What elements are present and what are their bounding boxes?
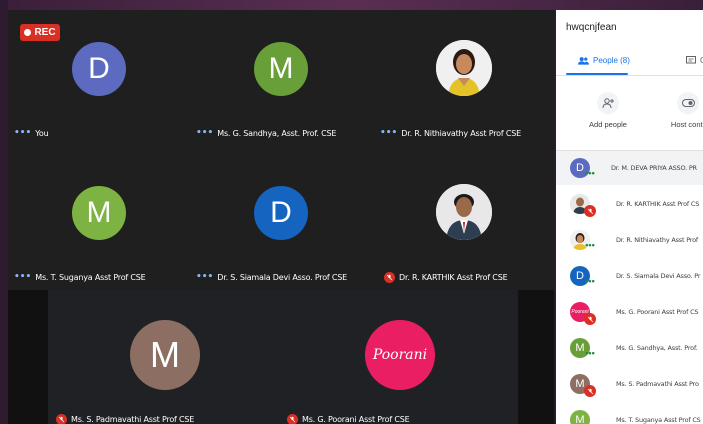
mic-off-icon bbox=[584, 313, 596, 325]
participant-name: Ms. S. Padmavathi Asst Pro bbox=[616, 380, 699, 388]
participant-avatar: D bbox=[254, 186, 308, 240]
participant-name-tag: ••• Dr. R. Nithiavathy Asst Prof CSE bbox=[380, 128, 521, 138]
participant-name: You bbox=[35, 128, 49, 138]
speaking-dots-icon: ••• bbox=[585, 276, 595, 286]
speaking-dots-icon: ••• bbox=[380, 128, 398, 138]
meeting-code: hwqcnjfean bbox=[566, 22, 617, 33]
participant-name: Dr. R. Nithiavathy Asst Prof CSE bbox=[401, 128, 521, 138]
mic-off-icon bbox=[384, 272, 395, 283]
participant-name: Dr. S. Siamala Devi Asso. Pr bbox=[616, 272, 701, 280]
participant-name: Dr. R. Nithiavathy Asst Prof bbox=[616, 236, 699, 244]
participant-avatar: Poorani bbox=[365, 320, 435, 390]
mic-off-icon bbox=[56, 414, 67, 424]
participant-name-tag: Dr. R. KARTHIK Asst Prof CSE bbox=[384, 272, 508, 283]
participant-name: Dr. M. DEVA PRIYA ASSO. PR bbox=[611, 164, 697, 172]
video-grid: REC D ••• You M ••• Ms. G. Sandhya, Asst… bbox=[8, 10, 554, 424]
participant-name-tag: ••• Ms. T. Suganya Asst Prof CSE bbox=[14, 272, 146, 282]
add-people-button[interactable]: Add people bbox=[573, 92, 643, 129]
participant-name: Ms. G. Sandhya, Asst. Prof. CSE bbox=[217, 128, 337, 138]
host-controls-label: Host contr bbox=[670, 120, 703, 129]
speaking-dots-icon: ••• bbox=[196, 128, 214, 138]
participant-name-tag: Ms. S. Padmavathi Asst Prof CSE bbox=[56, 414, 194, 424]
speaking-dots-icon: ••• bbox=[14, 272, 32, 282]
participant-photo bbox=[436, 184, 492, 240]
participant-name: Ms. G. Sandhya, Asst. Prof. bbox=[616, 344, 698, 352]
tab-chat[interactable]: C bbox=[686, 56, 703, 65]
speaking-dots-icon: ••• bbox=[14, 128, 32, 138]
recording-label: REC bbox=[34, 27, 56, 38]
participant-list-item[interactable]: D ••• Dr. S. Siamala Devi Asso. Pr bbox=[556, 259, 703, 293]
speaking-dots-icon: ••• bbox=[585, 348, 595, 358]
participant-avatar: M bbox=[254, 42, 308, 96]
participant-name: Ms. T. Suganya Asst Prof CS bbox=[616, 416, 701, 424]
participant-tile[interactable]: M ••• Ms. T. Suganya Asst Prof CSE bbox=[8, 150, 188, 290]
record-dot-icon bbox=[24, 29, 32, 36]
participant-name-tag: ••• You bbox=[14, 128, 49, 138]
add-person-icon bbox=[597, 92, 619, 114]
participant-list-item[interactable]: Dr. R. KARTHIK Asst Prof CS bbox=[556, 187, 703, 221]
people-icon bbox=[578, 57, 589, 65]
participant-name: Ms. S. Padmavathi Asst Prof CSE bbox=[71, 415, 195, 424]
participant-tile[interactable]: Dr. R. KARTHIK Asst Prof CSE bbox=[370, 150, 554, 290]
participant-list-item[interactable]: M ••• Ms. G. Sandhya, Asst. Prof. bbox=[556, 331, 703, 365]
speaking-dots-icon: ••• bbox=[585, 240, 595, 250]
participant-list-item[interactable]: M ••• Ms. T. Suganya Asst Prof CS bbox=[556, 403, 703, 424]
mic-off-icon bbox=[584, 385, 596, 397]
participant-tile[interactable]: M ••• Ms. G. Sandhya, Asst. Prof. CSE bbox=[188, 10, 370, 150]
woman-portrait-icon bbox=[436, 40, 492, 96]
speaking-dots-icon: ••• bbox=[584, 419, 596, 424]
participant-avatar: M bbox=[72, 186, 126, 240]
man-portrait-icon bbox=[436, 184, 492, 240]
participant-tile[interactable]: ••• Dr. R. Nithiavathy Asst Prof CSE bbox=[370, 10, 554, 150]
speaking-dots-icon: ••• bbox=[196, 272, 214, 282]
host-controls-button[interactable]: Host contr bbox=[653, 92, 703, 129]
participant-name: Dr. R. KARTHIK Asst Prof CS bbox=[616, 200, 700, 208]
participant-avatar: D bbox=[72, 42, 126, 96]
participant-avatar: M bbox=[130, 320, 200, 390]
participant-list-item[interactable]: D ••• Dr. M. DEVA PRIYA ASSO. PR bbox=[556, 151, 703, 185]
participant-tile[interactable]: Poorani Ms. G. Poorani Asst Prof CSE bbox=[283, 290, 518, 424]
recording-indicator: REC bbox=[20, 24, 60, 41]
participant-name: Dr. S. Siamala Devi Asso. Prof CSE bbox=[217, 272, 347, 282]
participant-tile[interactable]: D ••• Dr. S. Siamala Devi Asso. Prof CSE bbox=[188, 150, 370, 290]
participant-list-item[interactable]: Poorani Ms. G. Poorani Asst Prof CS bbox=[556, 295, 703, 329]
participant-name: Ms. G. Poorani Asst Prof CSE bbox=[302, 415, 410, 424]
participant-name: Dr. R. KARTHIK Asst Prof CSE bbox=[399, 273, 508, 282]
toggle-icon bbox=[677, 92, 699, 114]
participant-name-tag: Ms. G. Poorani Asst Prof CSE bbox=[287, 414, 410, 424]
mic-off-icon bbox=[287, 414, 298, 424]
window-frame-top bbox=[0, 0, 703, 10]
tab-people-label: People (8) bbox=[593, 56, 630, 65]
participant-list-item[interactable]: M Ms. S. Padmavathi Asst Pro bbox=[556, 367, 703, 401]
participant-name-tag: ••• Dr. S. Siamala Devi Asso. Prof CSE bbox=[196, 272, 347, 282]
window-frame-left bbox=[0, 0, 8, 424]
speaking-dots-icon: ••• bbox=[585, 168, 595, 178]
participant-photo bbox=[436, 40, 492, 96]
participant-list-item[interactable]: ••• Dr. R. Nithiavathy Asst Prof bbox=[556, 223, 703, 257]
mic-off-icon bbox=[584, 205, 596, 217]
avatar-text: Poorani bbox=[372, 347, 428, 363]
participant-tile[interactable]: M Ms. S. Padmavathi Asst Prof CSE bbox=[48, 290, 283, 424]
add-people-label: Add people bbox=[589, 120, 627, 129]
tab-people[interactable]: People (8) bbox=[578, 56, 630, 65]
participant-name: Ms. T. Suganya Asst Prof CSE bbox=[35, 272, 146, 282]
divider bbox=[556, 75, 703, 76]
participant-name: Ms. G. Poorani Asst Prof CS bbox=[616, 308, 699, 316]
chat-icon bbox=[686, 56, 696, 64]
participant-name-tag: ••• Ms. G. Sandhya, Asst. Prof. CSE bbox=[196, 128, 336, 138]
people-panel: hwqcnjfean People (8) C Add people Host … bbox=[556, 10, 703, 424]
